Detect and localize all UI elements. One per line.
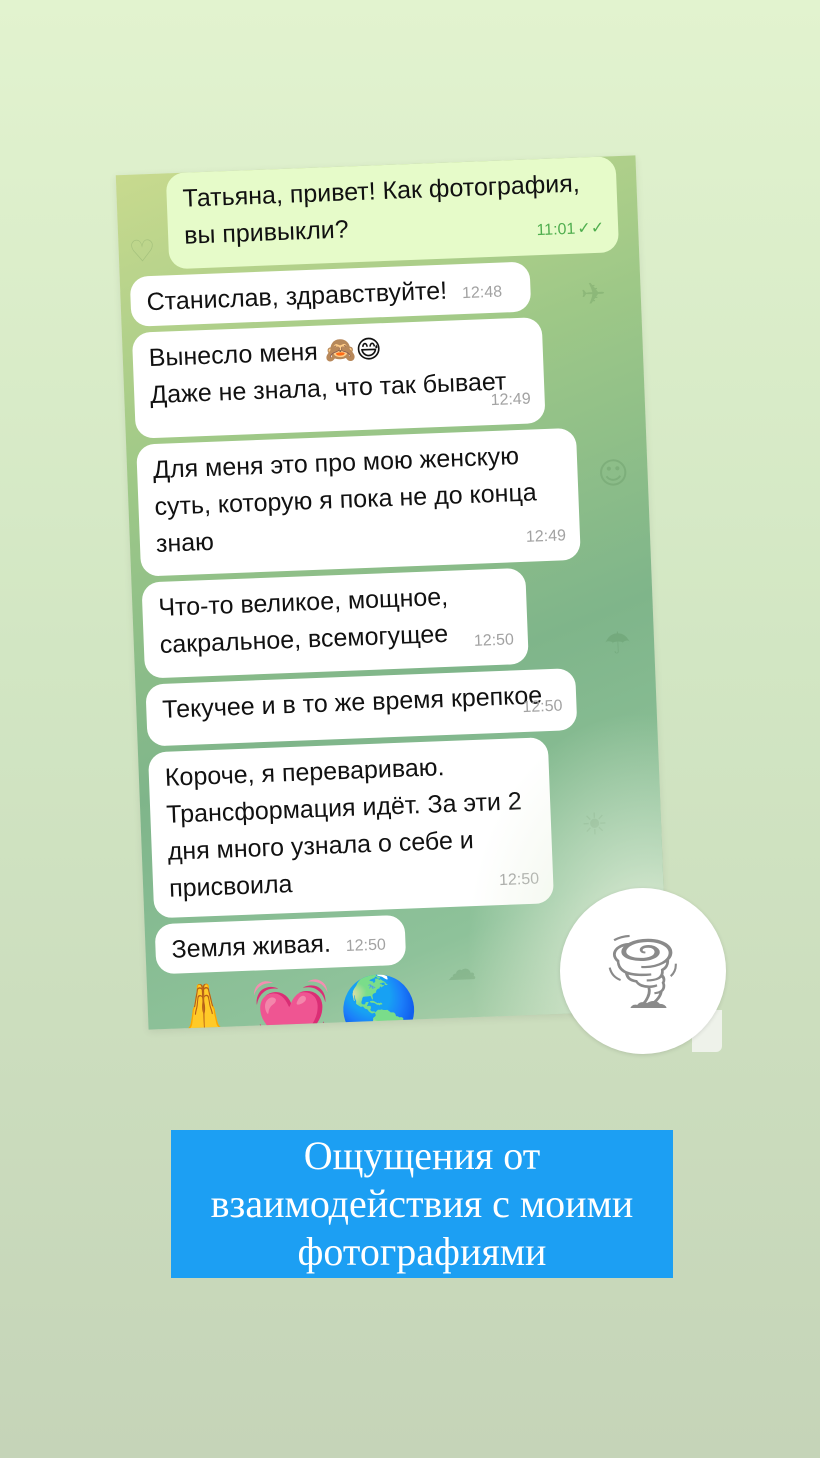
message-text: Короче, я перевариваю. Трансформация идё… (164, 753, 523, 903)
chat-message-incoming[interactable]: Станислав, здравствуйте! 12:48 (129, 261, 532, 327)
wallpaper-doodle-icon: ☂ (603, 625, 632, 662)
message-time: 12:49 (490, 390, 532, 410)
message-text: Текучее и в то же время крепкое (161, 681, 543, 724)
chat-message-incoming[interactable]: Что-то великое, мощное, сакральное, всем… (141, 567, 529, 679)
emoji-sticker-bubble[interactable]: 🌪 (560, 888, 726, 1054)
read-receipt-icon: ✓✓ (577, 219, 605, 238)
tornado-icon: 🌪 (597, 928, 689, 1013)
chat-message-outgoing[interactable]: Татьяна, привет! Как фотография, вы прив… (165, 156, 620, 270)
chat-message-incoming[interactable]: Земля живая. 12:50 (154, 914, 407, 975)
wallpaper-doodle-icon: ☺ (596, 455, 630, 493)
chat-message-incoming[interactable]: Вынесло меня 🙈😅 Даже не знала, что так б… (131, 317, 546, 439)
chat-message-incoming[interactable]: Короче, я перевариваю. Трансформация идё… (147, 737, 555, 919)
wallpaper-doodle-icon: ✈ (580, 276, 607, 313)
chat-message-incoming[interactable]: Текучее и в то же время крепкое 12:50 (145, 668, 578, 747)
emoji-message[interactable]: 🙏💓🌎 (163, 972, 429, 1030)
message-text: Вынесло меня 🙈😅 Даже не знала, что так б… (148, 335, 507, 410)
chat-message-incoming[interactable]: Для меня это про мою женскую суть, котор… (136, 427, 581, 577)
message-time: 12:50 (522, 697, 563, 717)
message-time: 12:50 (473, 631, 515, 650)
message-time: 12:50 (498, 870, 540, 890)
message-text: Что-то великое, мощное, сакральное, всем… (157, 582, 449, 659)
chat-screenshot: ♡ ✈ ☺ ✦ ☂ ♪ ☁ ☀ Татьяна, привет! Как фот… (115, 155, 669, 1030)
message-time: 12:50 (345, 936, 387, 956)
message-text: Для меня это про мою женскую суть, котор… (152, 442, 538, 559)
story-caption: Ощущения от взаимодействия с моими фотог… (171, 1130, 673, 1278)
message-time: 11:01✓✓ (536, 219, 605, 240)
message-time: 12:48 (461, 283, 503, 303)
message-text: Станислав, здравствуйте! (146, 276, 448, 317)
wallpaper-doodle-icon: ☁ (445, 952, 478, 989)
message-text: Земля живая. (171, 929, 332, 964)
wallpaper-doodle-icon: ☀ (580, 806, 609, 843)
message-time: 12:49 (525, 527, 567, 546)
wallpaper-doodle-icon: ♡ (128, 233, 157, 270)
